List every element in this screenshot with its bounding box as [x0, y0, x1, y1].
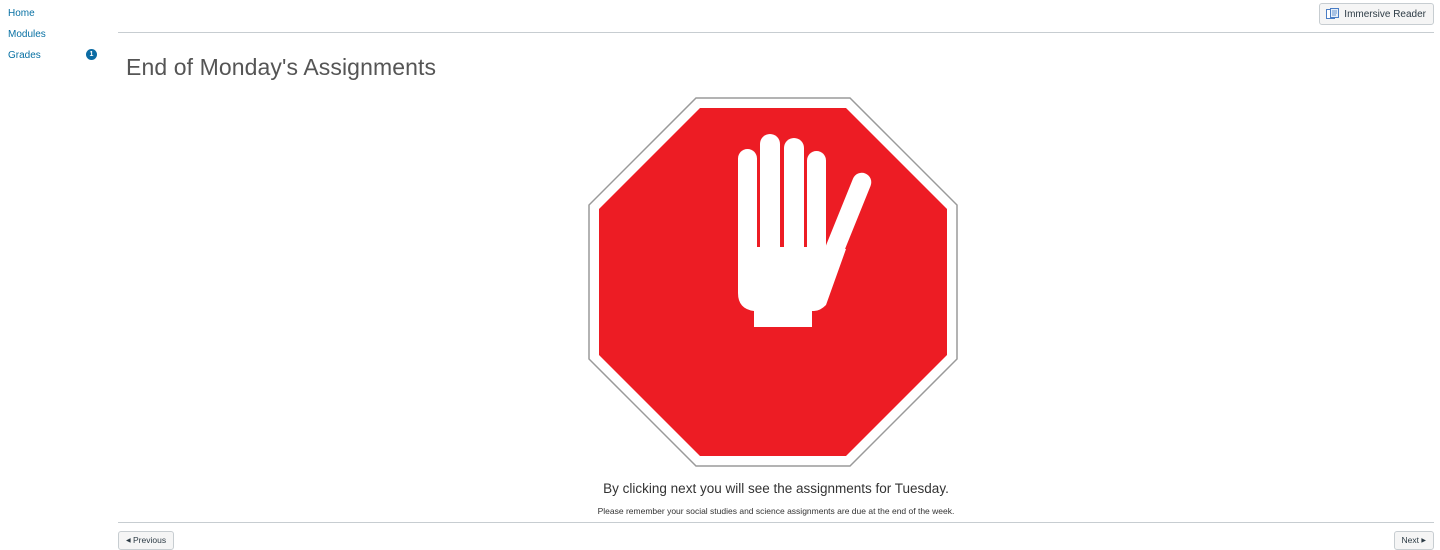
next-day-message: By clicking next you will see the assign… — [603, 481, 949, 496]
grades-count-badge: 1 — [86, 49, 97, 60]
caret-left-icon: ◀ — [126, 538, 131, 544]
page-title: End of Monday's Assignments — [126, 54, 437, 80]
course-nav-item-grades: Grades 1 — [8, 48, 110, 69]
nav-link-home[interactable]: Home — [8, 8, 35, 19]
book-reader-icon — [1326, 8, 1340, 20]
app-window: Home Modules Grades 1 Immersive Reader E… — [0, 0, 1440, 550]
next-button[interactable]: Next ▶ — [1393, 531, 1434, 550]
course-nav-list: Home Modules Grades 1 — [0, 0, 110, 69]
stop-hand-image — [588, 97, 958, 467]
main-content: Immersive Reader End of Monday's Assignm… — [118, 0, 1434, 550]
immersive-reader-label: Immersive Reader — [1344, 8, 1426, 20]
previous-label: Previous — [133, 535, 167, 545]
due-date-reminder: Please remember your social studies and … — [597, 506, 955, 516]
caret-right-icon: ▶ — [1421, 538, 1426, 544]
immersive-reader-button[interactable]: Immersive Reader — [1319, 3, 1434, 25]
stop-hand-icon — [588, 97, 958, 467]
next-label: Next — [1401, 535, 1419, 545]
course-navigation: Home Modules Grades 1 — [0, 0, 110, 550]
nav-link-grades[interactable]: Grades — [8, 50, 41, 61]
footer-divider — [118, 522, 1434, 523]
nav-link-modules[interactable]: Modules — [8, 29, 46, 40]
course-nav-item-modules: Modules — [8, 27, 110, 48]
course-nav-item-home: Home — [8, 6, 110, 27]
previous-button[interactable]: ◀ Previous — [118, 531, 175, 550]
page-toolbar: Immersive Reader — [118, 0, 1434, 33]
